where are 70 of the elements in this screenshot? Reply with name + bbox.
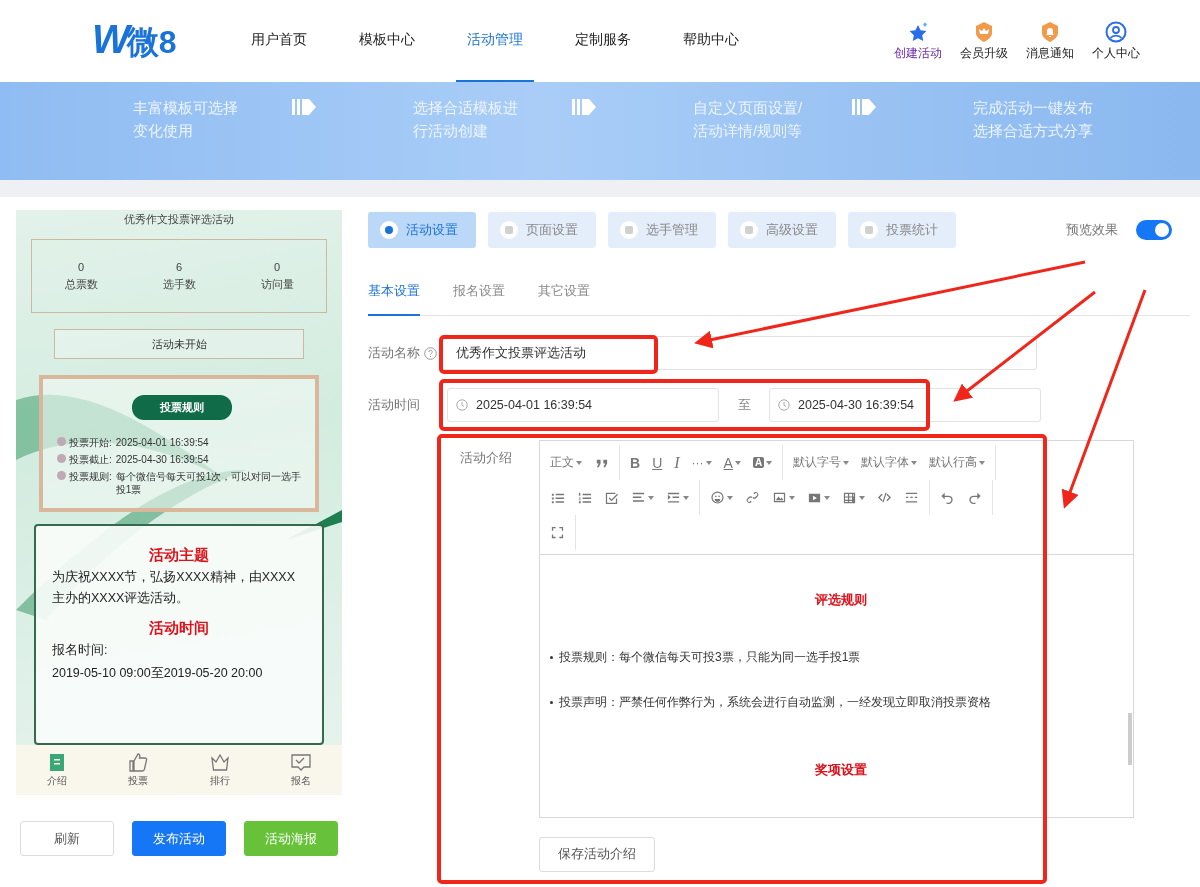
toolbar-button[interactable]: ··· xyxy=(685,448,718,477)
stat-value: 0 xyxy=(273,260,281,273)
toolbar-button[interactable]: A xyxy=(717,448,747,477)
bullet-item: 投票声明：严禁任何作弊行为，系统会进行自动监测，一经发现立即取消投票资格 xyxy=(559,694,991,711)
field-label: 活动名称 xyxy=(368,344,420,362)
nav-link[interactable]: 帮助中心 xyxy=(672,0,750,82)
toolbar-button[interactable]: B xyxy=(624,448,647,477)
stat-label: 总票数 xyxy=(64,276,98,292)
settings-tab[interactable]: 高级设置 xyxy=(728,212,836,248)
nav-link[interactable]: 用户首页 xyxy=(240,0,318,82)
bullet-item: 投票规则：每个微信每天可投3票，只能为同一选手投1票 xyxy=(559,649,861,666)
toolbar-button[interactable]: 默认字号 xyxy=(787,448,856,477)
intro-text: 2019-05-10 09:00至2019-05-20 20:00 xyxy=(52,665,264,682)
rule-value: 每个微信号每天可投1次，可以对同一选手投1票 xyxy=(115,470,303,496)
settings-tab[interactable]: 选手管理 xyxy=(608,212,716,248)
toolbar-button[interactable]: 默认字体 xyxy=(855,448,924,477)
sub-tab[interactable]: 基本设置 xyxy=(368,270,420,316)
step-text: 自定义页面设置/ 活动详情/规则等 xyxy=(693,98,804,141)
tab-bar-item[interactable]: 投票 xyxy=(127,752,150,788)
rule-value: 2025-04-30 16:39:54 xyxy=(115,453,209,466)
settings-tab[interactable]: 投票统计 xyxy=(848,212,956,248)
toolbar-button[interactable]: U xyxy=(646,448,669,477)
range-separator: 至 xyxy=(736,396,752,414)
tab-bar-item[interactable]: 报名 xyxy=(290,752,313,788)
rule-label: 投票规则: xyxy=(69,470,112,483)
toolbar-button[interactable]: 默认行高 xyxy=(923,448,992,477)
stat-label: 访问量 xyxy=(260,276,294,292)
toolbar-button[interactable]: A xyxy=(746,448,779,477)
tab-bar-item[interactable]: 排行 xyxy=(208,752,231,788)
toggle-label: 预览效果 xyxy=(1066,221,1118,239)
stat-value: 6 xyxy=(175,260,183,273)
nav-link[interactable]: 模板中心 xyxy=(348,0,426,82)
toolbar-button[interactable]: I xyxy=(668,448,686,477)
save-button[interactable]: 保存活动介绍 xyxy=(539,837,655,872)
settings-tab[interactable]: 页面设置 xyxy=(488,212,596,248)
nav-link[interactable]: 定制服务 xyxy=(564,0,642,82)
intro-heading: 活动时间 xyxy=(148,619,210,638)
settings-tab[interactable]: 活动设置 xyxy=(368,212,476,248)
sub-tab[interactable]: 报名设置 xyxy=(453,270,505,316)
field-label: 活动时间 xyxy=(368,396,421,414)
status-banner: 活动未开始 xyxy=(54,329,304,359)
step-text: 完成活动一键发布 选择合适方式分享 xyxy=(973,98,1094,141)
stat-value: 0 xyxy=(77,260,85,273)
step-text: 丰富模板可选择 变化使用 xyxy=(133,98,239,141)
field-label: 活动介绍 xyxy=(460,450,513,467)
action-button[interactable]: 刷新 xyxy=(20,821,114,856)
stat-label: 选手数 xyxy=(162,276,196,292)
action-button[interactable]: 发布活动 xyxy=(132,821,226,856)
content-heading: 奖项设置 xyxy=(813,761,868,779)
tab-bar-item[interactable]: 介绍 xyxy=(45,752,68,788)
step-text: 选择合适模板进 行活动创建 xyxy=(413,98,519,141)
name-input[interactable]: 优秀作文投票评选活动 xyxy=(442,336,1037,370)
rules-title: 投票规则 xyxy=(132,395,232,420)
intro-heading: 活动主题 xyxy=(148,546,210,565)
preview-title: 优秀作文投票评选活动 xyxy=(124,212,234,227)
date-time-input[interactable]: 2025-04-30 16:39:54 xyxy=(769,388,1041,422)
date-time-input[interactable]: 2025-04-01 16:39:54 xyxy=(447,388,719,422)
header-action[interactable]: 创建活动 xyxy=(894,20,942,62)
intro-text: 为庆祝XXXX节，弘扬XXXX精神，由XXXX主办的XXXX评选活动。 xyxy=(52,569,297,607)
toolbar-button[interactable]: 正文 xyxy=(544,448,588,477)
header-action[interactable]: 个人中心 xyxy=(1092,20,1140,62)
rule-label: 投票开始: xyxy=(69,436,112,449)
header-action[interactable]: 消息通知 xyxy=(1026,20,1074,62)
sub-tab[interactable]: 其它设置 xyxy=(538,270,590,316)
header-action[interactable]: 会员升级 xyxy=(960,20,1008,62)
logo[interactable]: W微8 xyxy=(92,17,240,65)
intro-text: 报名时间: xyxy=(52,642,109,659)
content-heading: 评选规则 xyxy=(813,591,868,609)
rule-label: 投票截止: xyxy=(69,453,112,466)
rule-value: 2025-04-01 16:39:54 xyxy=(115,436,209,449)
